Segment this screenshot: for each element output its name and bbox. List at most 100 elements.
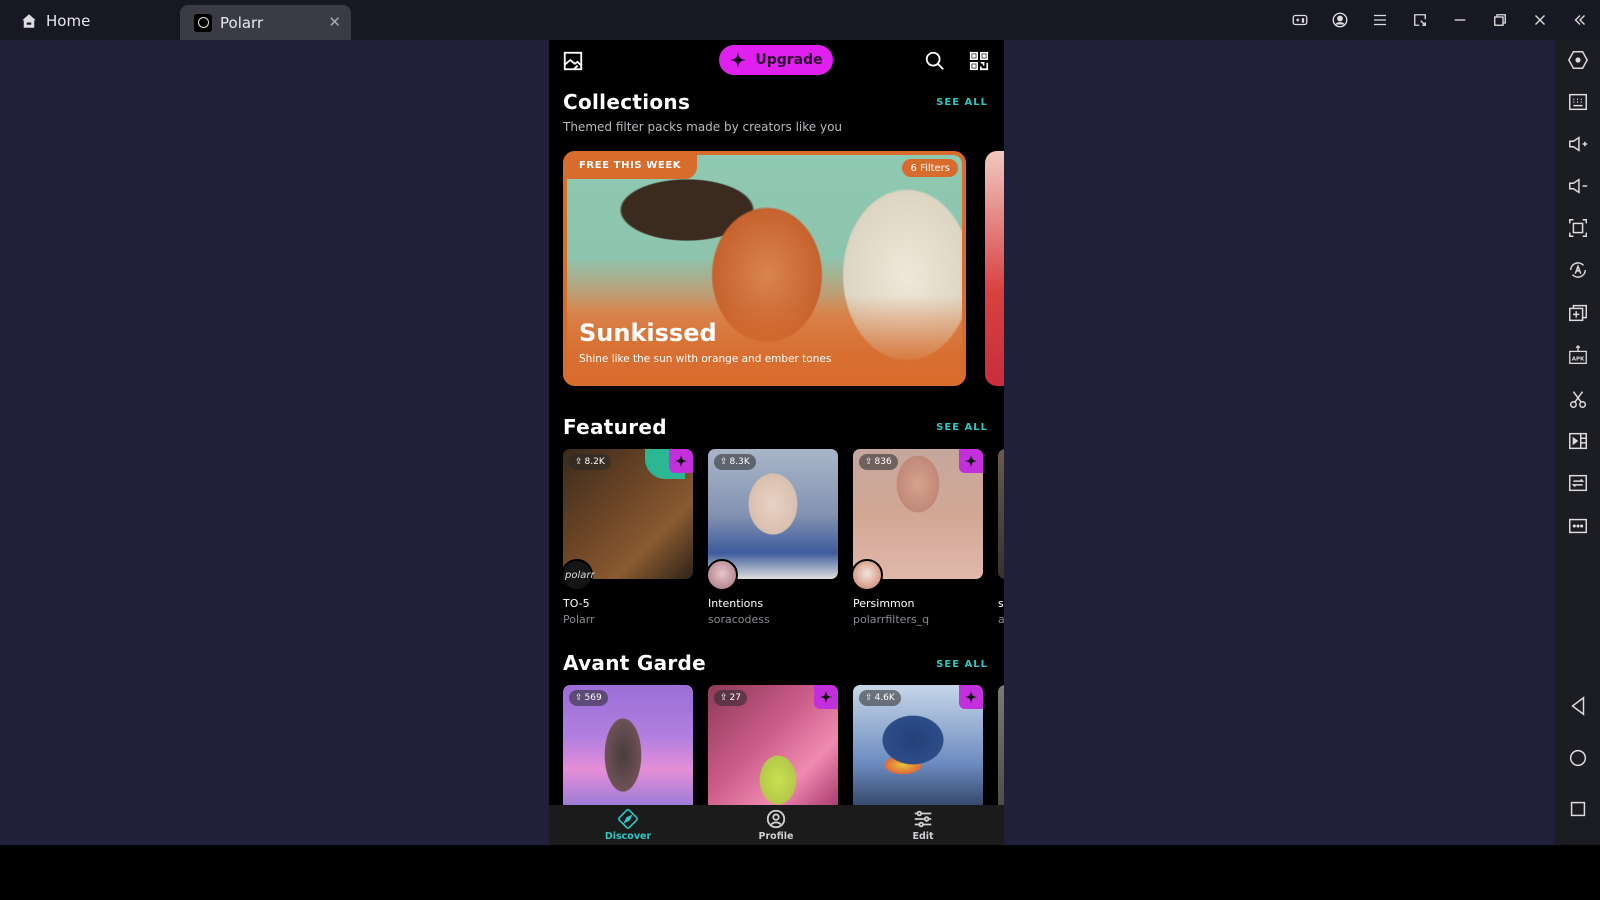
collections-subtitle: Themed filter packs made by creators lik… [563, 120, 843, 134]
window-controls [1280, 0, 1600, 40]
account-icon[interactable] [1320, 0, 1360, 40]
sparkle-icon [819, 690, 833, 704]
recents-square-icon[interactable] [1555, 791, 1600, 827]
pro-badge [959, 449, 983, 473]
tab-close-icon[interactable]: ✕ [328, 13, 341, 31]
polarr-app-icon [194, 13, 212, 32]
featured-title: Featured [563, 415, 667, 439]
home-icon [22, 14, 36, 28]
more-icon[interactable] [1555, 508, 1600, 544]
download-icon: ⇪ [575, 693, 583, 703]
pro-badge [814, 685, 838, 709]
featured-see-all-link[interactable]: SEE ALL [936, 422, 988, 433]
emulator-bottom-band [0, 845, 1600, 900]
download-icon: ⇪ [720, 693, 728, 703]
screenshot-icon[interactable] [1555, 210, 1600, 246]
gallery-icon[interactable] [562, 50, 584, 72]
featured-name: Persimmon [853, 597, 915, 610]
tab-home-label: Home [46, 12, 91, 30]
close-icon[interactable] [1520, 0, 1560, 40]
back-icon[interactable] [1555, 688, 1600, 724]
featured-author: polarrfilters_q [853, 613, 930, 626]
pro-badge [669, 449, 693, 473]
featured-name: Intentions [708, 597, 764, 610]
nav-edit[interactable]: Edit [873, 805, 973, 845]
profile-icon [766, 809, 786, 829]
collapse-sidebar-icon[interactable] [1560, 0, 1600, 40]
emulator-sidebar: APK [1555, 40, 1600, 845]
download-count: ⇪ 8.2K [569, 454, 611, 470]
svg-text:APK: APK [1571, 357, 1584, 363]
scissors-icon[interactable] [1555, 381, 1600, 417]
avant-garde-see-all-link[interactable]: SEE ALL [936, 659, 988, 670]
auto-rotate-icon[interactable] [1555, 252, 1600, 288]
featured-author: Polarr [563, 613, 595, 626]
avant-garde-tile[interactable]: ⇪ 27 [708, 685, 838, 815]
polarr-logo: polarr [565, 570, 595, 581]
collections-title: Collections [563, 90, 691, 114]
download-icon: ⇪ [720, 457, 728, 467]
sparkle-icon [964, 690, 978, 704]
collections-see-all-link[interactable]: SEE ALL [936, 97, 988, 108]
nav-edit-label: Edit [912, 831, 934, 842]
keyboard-icon[interactable] [1555, 84, 1600, 120]
search-icon[interactable] [924, 50, 946, 72]
featured-name: si [998, 597, 1004, 610]
download-count: ⇪ 569 [569, 690, 608, 706]
download-icon: ⇪ [575, 457, 583, 467]
emulator-title-bar: Home Polarr ✕ [0, 0, 1600, 40]
multi-instance-icon[interactable] [1555, 295, 1600, 331]
nav-profile-label: Profile [758, 831, 794, 842]
download-count: ⇪ 836 [859, 454, 898, 470]
settings-hex-icon[interactable] [1555, 42, 1600, 78]
minimize-icon[interactable] [1440, 0, 1480, 40]
home-circle-icon[interactable] [1555, 740, 1600, 776]
nav-discover-label: Discover [604, 831, 652, 842]
bottom-nav: Discover Profile Edit [549, 805, 1004, 845]
gamepad-icon[interactable] [1280, 0, 1320, 40]
avant-garde-title: Avant Garde [563, 651, 707, 675]
qr-code-icon[interactable] [968, 50, 990, 72]
app-top-bar: Upgrade [549, 40, 1004, 82]
tab-polarr-label: Polarr [220, 13, 264, 32]
avant-garde-tile[interactable]: ⇪ 4.6K [853, 685, 983, 815]
download-count: ⇪ 27 [714, 690, 747, 706]
polarr-app-screen: Upgrade Collections SEE ALL Themed filte… [549, 40, 1004, 845]
collection-card-title: Sunkissed [579, 319, 717, 347]
avatar[interactable] [706, 559, 738, 591]
menu-icon[interactable] [1360, 0, 1400, 40]
restore-icon[interactable] [1480, 0, 1520, 40]
upgrade-label: Upgrade [755, 52, 823, 68]
avatar[interactable] [851, 559, 883, 591]
avant-garde-tile-next[interactable] [998, 685, 1004, 815]
volume-up-icon[interactable] [1555, 126, 1600, 162]
sparkle-icon [964, 454, 978, 468]
compass-icon [617, 808, 639, 829]
download-count: ⇪ 8.3K [714, 454, 756, 470]
tab-home[interactable]: Home [20, 8, 90, 34]
resize-icon[interactable] [1400, 0, 1440, 40]
download-count: ⇪ 4.6K [859, 690, 901, 706]
volume-down-icon[interactable] [1555, 168, 1600, 204]
avant-garde-tile[interactable]: ⇪ 569 [563, 685, 693, 815]
download-icon: ⇪ [865, 457, 873, 467]
download-icon: ⇪ [865, 693, 873, 703]
record-icon[interactable] [1555, 423, 1600, 459]
sliders-icon [914, 810, 932, 828]
install-apk-icon[interactable]: APK [1555, 338, 1600, 374]
collection-card-sunkissed[interactable]: FREE THIS WEEK 6 Filters Sunkissed Shine… [563, 151, 966, 386]
featured-author: a [998, 613, 1004, 626]
tab-polarr[interactable]: Polarr ✕ [180, 5, 351, 40]
sparkle-icon [674, 454, 688, 468]
collection-card-description: Shine like the sun with orange and ember… [579, 353, 832, 365]
nav-discover[interactable]: Discover [578, 805, 678, 845]
featured-name: TO-5 [563, 597, 590, 610]
free-this-week-badge: FREE THIS WEEK [563, 151, 698, 179]
nav-profile[interactable]: Profile [726, 805, 826, 845]
sync-icon[interactable] [1555, 465, 1600, 501]
featured-author: soracodess [708, 613, 770, 626]
collection-card-next[interactable] [985, 151, 1004, 386]
upgrade-button[interactable]: Upgrade [719, 45, 833, 75]
pro-badge [959, 685, 983, 709]
featured-tile-next[interactable] [998, 449, 1004, 579]
